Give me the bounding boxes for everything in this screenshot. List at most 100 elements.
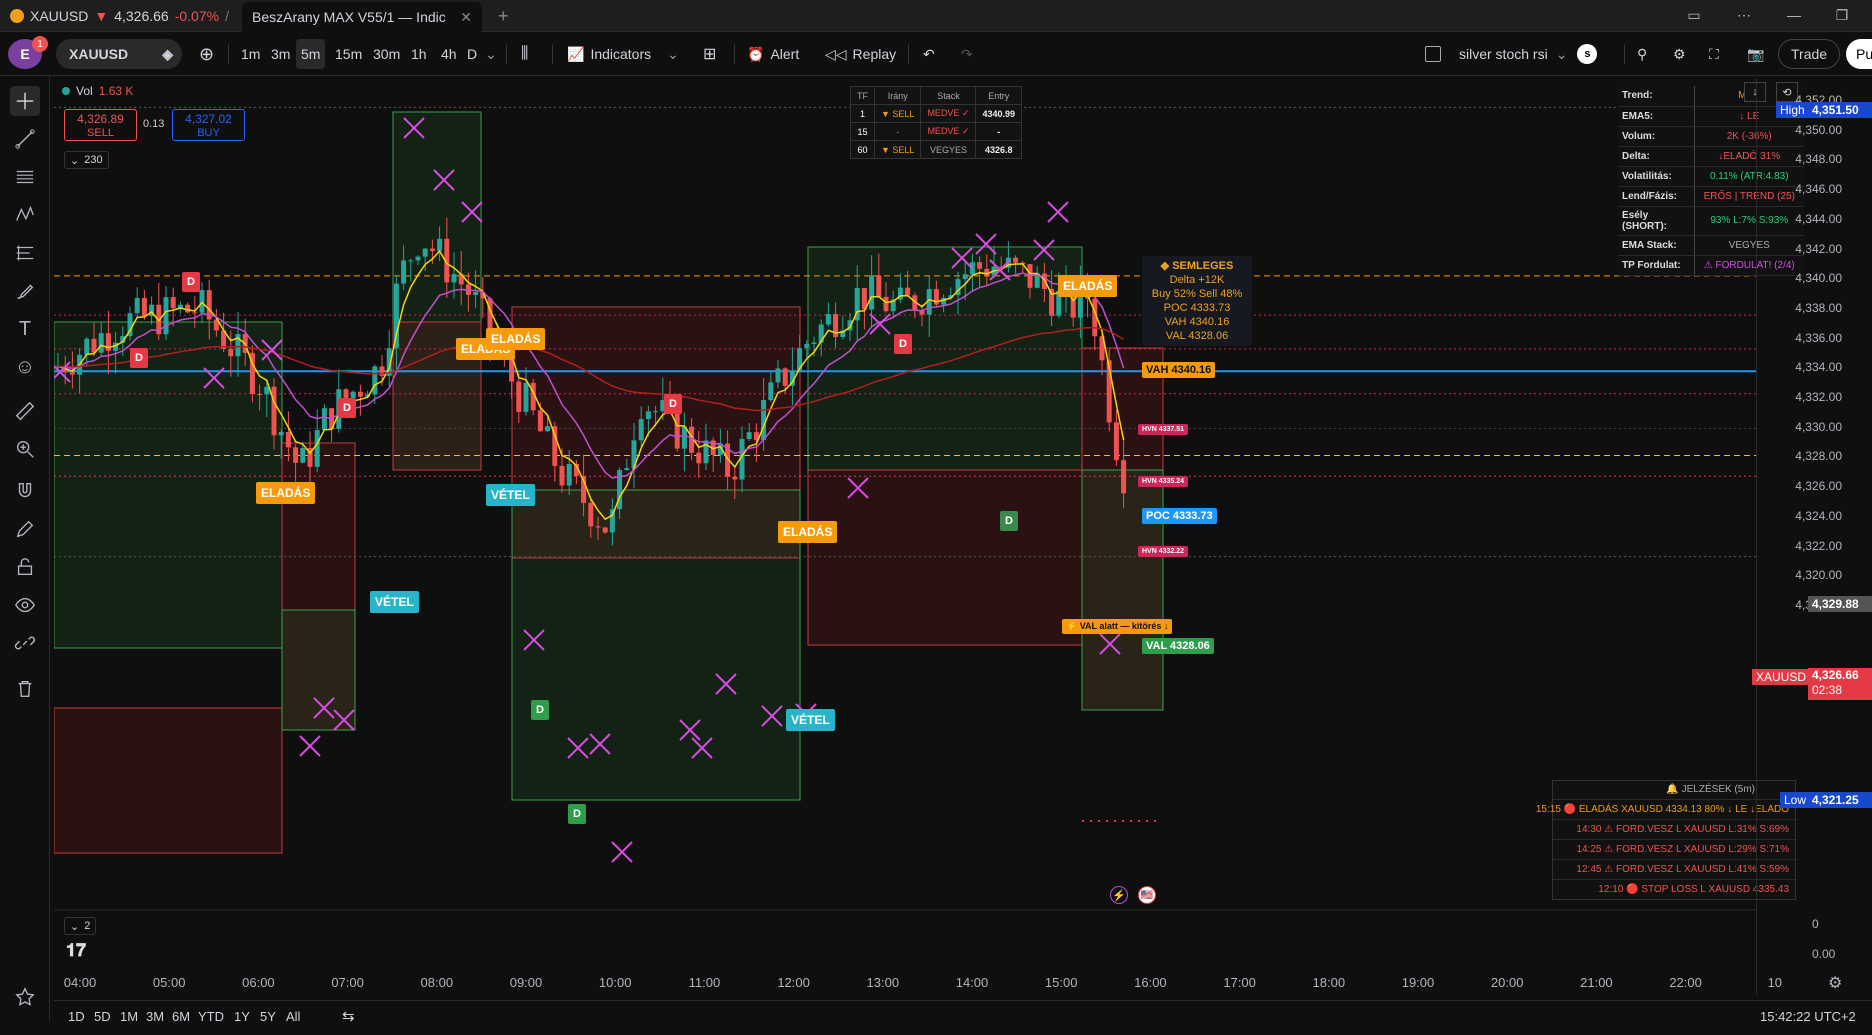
templates-icon[interactable]: ⊞ bbox=[698, 39, 721, 69]
d-marker: D bbox=[130, 348, 148, 368]
indicators-collapse[interactable]: ⌄ 230 bbox=[64, 151, 109, 169]
price-chart[interactable] bbox=[54, 78, 1756, 995]
replay-button[interactable]: ◁◁ Replay bbox=[820, 39, 901, 69]
us-flag-icon[interactable]: 🇺🇸 bbox=[1138, 886, 1156, 904]
timeframe-5m[interactable]: 5m bbox=[296, 39, 326, 69]
range-1D[interactable]: 1D bbox=[68, 1009, 85, 1024]
maximize-icon[interactable]: ❐ bbox=[1822, 0, 1862, 30]
magnet-icon[interactable] bbox=[10, 476, 40, 506]
range-YTD[interactable]: YTD bbox=[198, 1009, 224, 1024]
alert-label: Alert bbox=[770, 46, 800, 62]
undo-icon[interactable]: ↶ bbox=[918, 39, 940, 69]
timeframe-15m[interactable]: 15m bbox=[330, 39, 367, 69]
tf-table: TF Irány Stack Entry 1 ▼ SELL MEDVE ✓ 4340.99 15… bbox=[850, 86, 1023, 159]
sell-button[interactable]: 4,326.89 SELL bbox=[64, 109, 137, 141]
info-key: EMA Stack: bbox=[1618, 235, 1695, 256]
candle-body bbox=[393, 283, 399, 349]
pencil-lock-icon[interactable] bbox=[10, 514, 40, 544]
time-tick: 17:00 bbox=[1223, 975, 1256, 990]
settings-icon[interactable]: ⚙ bbox=[1668, 39, 1691, 69]
d-marker: D bbox=[664, 394, 682, 414]
timeframe-1h[interactable]: 1h bbox=[406, 39, 432, 69]
add-symbol-button[interactable]: ⊕ bbox=[194, 39, 219, 69]
low-label: Low bbox=[1780, 792, 1811, 808]
quick-search-icon[interactable]: ⚲ bbox=[1632, 39, 1652, 69]
tab-indicator[interactable]: BeszArany MAX V55/1 — Indicator ✕ bbox=[242, 2, 482, 32]
time-tick: 09:00 bbox=[509, 975, 543, 990]
range-All[interactable]: All bbox=[286, 1009, 300, 1024]
fullscreen-icon[interactable]: ⛶ bbox=[1704, 39, 1724, 69]
timeframe-3m[interactable]: 3m bbox=[266, 39, 295, 69]
script-selector[interactable]: silver stoch rsi ⌄ s bbox=[1420, 39, 1602, 69]
link-icon[interactable] bbox=[10, 628, 40, 658]
brush-icon[interactable] bbox=[10, 276, 40, 306]
timeframe-4h[interactable]: 4h bbox=[436, 39, 462, 69]
pane2-collapse[interactable]: ⌄ 2 bbox=[64, 917, 97, 935]
timeframe-30m[interactable]: 30m bbox=[368, 39, 405, 69]
price-axis[interactable]: 4,352.00 4,350.00 4,348.00 4,346.00 4,344.00… bbox=[1756, 78, 1872, 995]
zoom-icon[interactable] bbox=[10, 434, 40, 464]
time-tick: 20:00 bbox=[1490, 975, 1524, 990]
indicators-button[interactable]: 📈 Indicators ⌄ bbox=[562, 39, 684, 69]
text-icon[interactable]: T bbox=[10, 314, 40, 344]
settings-icon[interactable]: ⚙ bbox=[1828, 973, 1842, 993]
alert-clock-icon: ⏰ bbox=[747, 45, 765, 62]
date-range-icon[interactable]: ⇆ bbox=[342, 1007, 355, 1025]
tf-cell: 4326.8 bbox=[975, 140, 1023, 159]
minimize-icon[interactable]: — bbox=[1774, 0, 1814, 30]
candle-body bbox=[653, 411, 659, 413]
camera-icon[interactable]: 📷 bbox=[1742, 39, 1769, 69]
price-tick: 4,344.00 bbox=[1795, 211, 1842, 226]
symbol-search[interactable]: XAUUSD ◈ bbox=[56, 39, 182, 69]
publish-button[interactable]: Pu bbox=[1846, 39, 1872, 69]
time-tick: 07:00 bbox=[331, 975, 364, 990]
pattern-icon[interactable] bbox=[10, 200, 40, 230]
chevron-down-icon[interactable]: ⌄ bbox=[480, 39, 502, 69]
emoji-icon[interactable]: ☺ bbox=[10, 352, 40, 382]
eye-icon[interactable] bbox=[10, 590, 40, 620]
lightning-event-icon[interactable]: ⚡ bbox=[1110, 886, 1128, 904]
range-3M[interactable]: 3M bbox=[146, 1009, 164, 1024]
lock-icon[interactable] bbox=[10, 552, 40, 582]
trash-icon[interactable] bbox=[10, 674, 40, 704]
horizontal-lines-icon[interactable] bbox=[10, 162, 40, 192]
candle-body bbox=[437, 238, 443, 252]
new-tab-button[interactable]: + bbox=[488, 0, 518, 32]
checkbox-icon[interactable] bbox=[1425, 46, 1441, 62]
alert-button[interactable]: ⏰ Alert bbox=[742, 39, 804, 69]
star-icon[interactable] bbox=[10, 982, 40, 1012]
sell-price: 4,326.89 bbox=[77, 112, 124, 126]
indicators-icon: 📈 bbox=[567, 45, 585, 62]
range-1Y[interactable]: 1Y bbox=[234, 1009, 250, 1024]
price-marker: 4,329.88 bbox=[1808, 596, 1872, 612]
candle-body bbox=[293, 447, 299, 463]
tf-cell: ▼ SELL bbox=[873, 104, 922, 123]
more-icon[interactable]: ⋯ bbox=[1724, 0, 1764, 30]
candles-icon[interactable]: ⫼ bbox=[516, 39, 533, 69]
candle-body bbox=[869, 275, 875, 310]
range-5D[interactable]: 5D bbox=[94, 1009, 111, 1024]
range-1M[interactable]: 1M bbox=[120, 1009, 138, 1024]
tab-symbol[interactable]: XAUUSD ▼ 4,326.66 -0.07% / bbox=[0, 0, 240, 32]
candle-body bbox=[905, 287, 911, 296]
trade-button[interactable]: Trade bbox=[1778, 39, 1841, 69]
buy-signal-label: VÉTEL bbox=[486, 484, 535, 506]
time-tick: 08:00 bbox=[420, 975, 454, 990]
compare-icon[interactable]: ◈ bbox=[162, 46, 173, 63]
time-axis[interactable]: 04:00 05:00 06:00 07:00 08:00 09:00 10:00 11:00… bbox=[54, 972, 1782, 994]
clock[interactable]: 15:42:22 UTC+2 bbox=[1760, 1009, 1856, 1024]
fib-icon[interactable] bbox=[10, 238, 40, 268]
redo-icon[interactable]: ↷ bbox=[956, 39, 978, 69]
range-5Y[interactable]: 5Y bbox=[260, 1009, 276, 1024]
candle-body bbox=[523, 382, 529, 412]
layout-icon[interactable]: ▭ bbox=[1674, 0, 1714, 30]
buy-button[interactable]: 4,327.02 BUY bbox=[172, 109, 245, 141]
crosshair-icon[interactable] bbox=[10, 86, 40, 116]
d-marker: D bbox=[182, 272, 200, 292]
close-icon[interactable]: ✕ bbox=[460, 9, 472, 26]
trendline-icon[interactable] bbox=[10, 124, 40, 154]
ruler-icon[interactable] bbox=[10, 396, 40, 426]
range-6M[interactable]: 6M bbox=[172, 1009, 190, 1024]
tf-header: Irány bbox=[873, 86, 922, 105]
timeframe-1m[interactable]: 1m bbox=[236, 39, 265, 69]
